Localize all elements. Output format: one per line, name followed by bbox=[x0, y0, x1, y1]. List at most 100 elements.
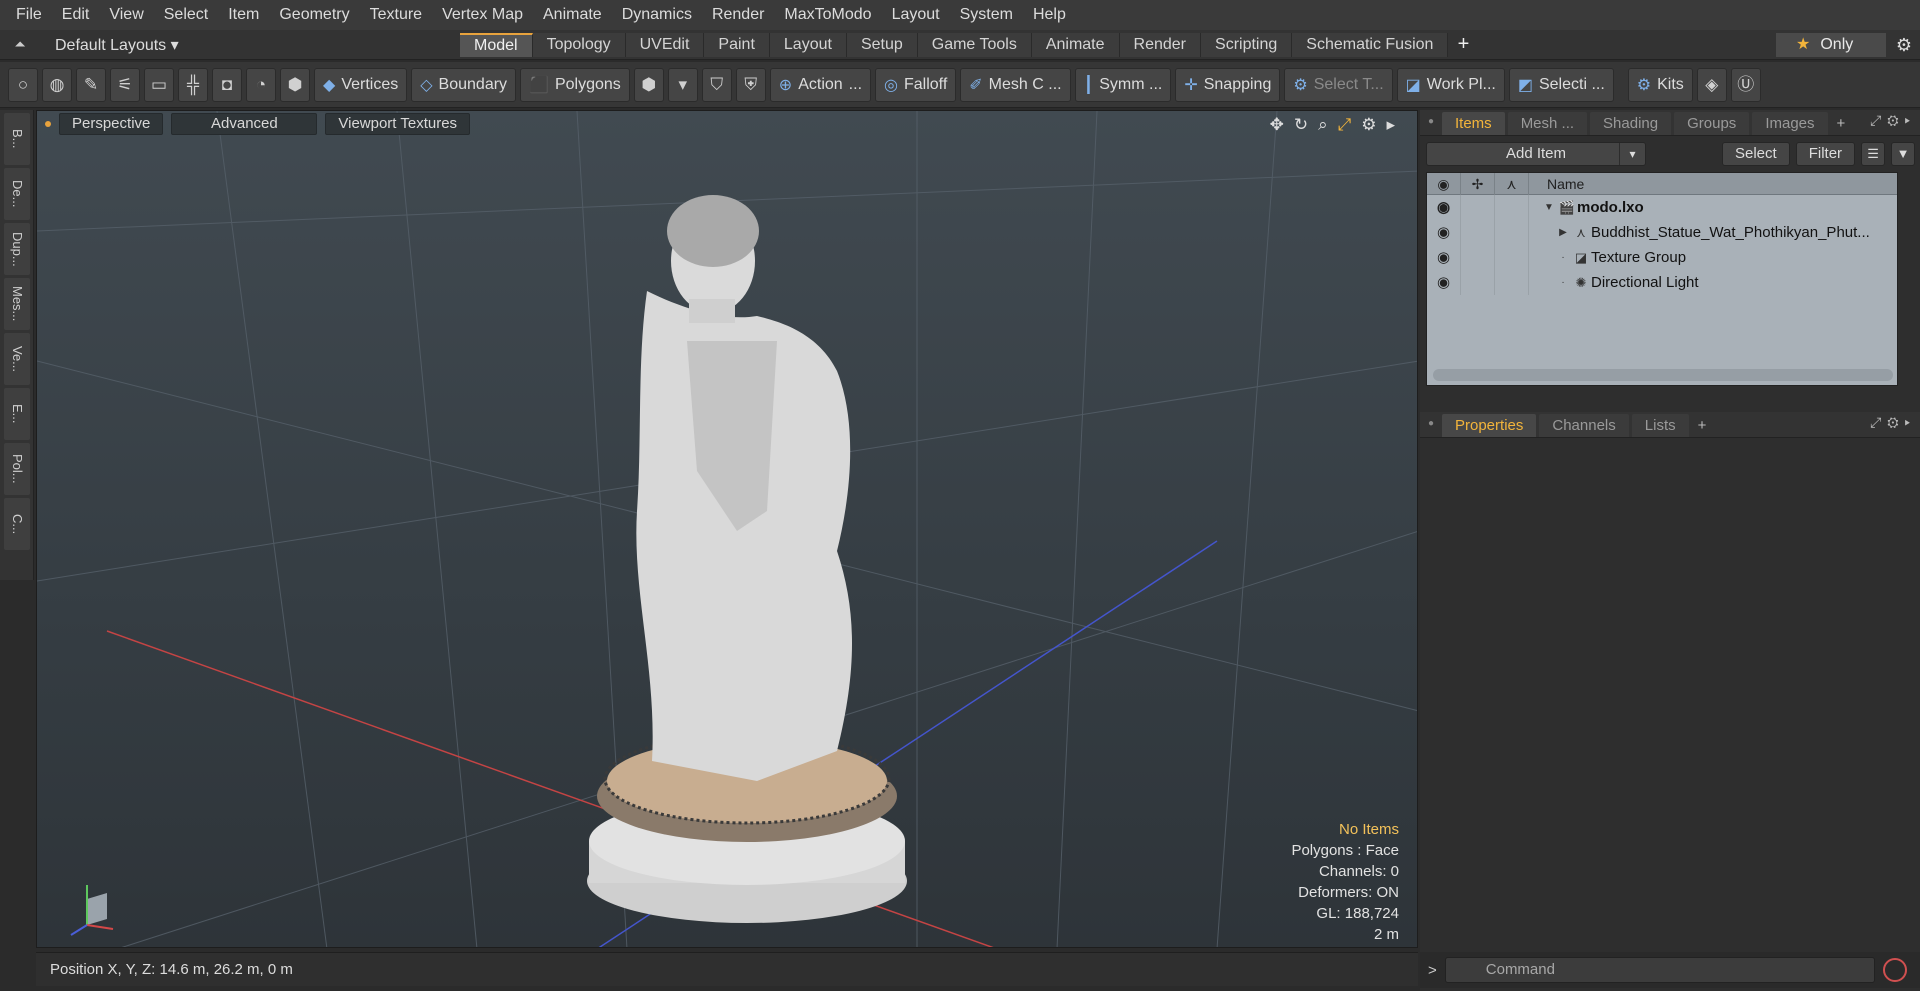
zoom-search-icon[interactable]: ⌕ bbox=[1318, 115, 1328, 135]
command-input[interactable]: Command bbox=[1444, 957, 1875, 983]
tab-channels[interactable]: Channels bbox=[1539, 414, 1629, 437]
tab-setup[interactable]: Setup bbox=[846, 32, 918, 57]
menu-texture[interactable]: Texture bbox=[360, 0, 432, 30]
brush-icon[interactable]: ⚟ bbox=[110, 67, 140, 102]
grid-transform-icon[interactable]: ╬ bbox=[178, 67, 208, 102]
sidebar-tab-mesh-edit[interactable]: Mes... bbox=[4, 278, 30, 330]
menu-file[interactable]: File bbox=[6, 0, 52, 30]
chevron-down-icon[interactable]: ▾ bbox=[667, 67, 698, 102]
gear-icon[interactable]: ⚙ bbox=[1892, 33, 1916, 57]
material-cube-icon[interactable]: ⬢ bbox=[633, 67, 664, 102]
maximize-icon[interactable]: ⤢ bbox=[1338, 115, 1352, 135]
tab-properties[interactable]: Properties bbox=[1442, 414, 1537, 437]
duplicate-icon[interactable]: ▭ bbox=[144, 67, 174, 102]
tab-layout[interactable]: Layout bbox=[769, 32, 847, 57]
tab-shading[interactable]: Shading bbox=[1590, 112, 1672, 135]
polygons-button[interactable]: ⬛ Polygons bbox=[520, 67, 630, 102]
viewport-perspective-button[interactable]: Perspective bbox=[59, 113, 164, 135]
expand-arrow-icon[interactable]: ▼ bbox=[1541, 202, 1557, 213]
tab-paint[interactable]: Paint bbox=[704, 32, 770, 57]
select-button[interactable]: Select bbox=[1722, 142, 1790, 166]
funnel-filter-icon[interactable]: ▼ bbox=[1891, 142, 1916, 166]
play-arrow-icon[interactable]: ▸ bbox=[1386, 115, 1395, 135]
tab-groups[interactable]: Groups bbox=[1674, 112, 1750, 135]
circle-select-icon[interactable]: ○ bbox=[8, 67, 38, 102]
menu-view[interactable]: View bbox=[99, 0, 153, 30]
item-row-mesh[interactable]: ◉ ▶ ⋏ Buddhist_Statue_Wat_Phothikyan_Phu… bbox=[1427, 220, 1897, 245]
tab-mesh-ops[interactable]: Mesh ... bbox=[1507, 112, 1588, 135]
workplane-button[interactable]: ◪ Work Pl... bbox=[1396, 67, 1505, 102]
rotate-icon[interactable]: ↻ bbox=[1294, 115, 1308, 135]
add-item-button[interactable]: Add Item ▾ bbox=[1426, 142, 1646, 166]
menu-animate[interactable]: Animate bbox=[533, 0, 612, 30]
kits-button[interactable]: ⚙ Kits bbox=[1627, 67, 1693, 102]
collapse-list-icon[interactable]: ☰ bbox=[1861, 142, 1886, 166]
items-horizontal-scrollbar[interactable] bbox=[1433, 369, 1893, 381]
filter-button[interactable]: Filter bbox=[1795, 142, 1856, 166]
snapping-button[interactable]: ✛ Snapping bbox=[1175, 67, 1281, 102]
panel-options-icons[interactable]: ⤢⚙▸ bbox=[1870, 112, 1916, 129]
item-mode-icon[interactable]: ⬢ bbox=[280, 67, 310, 102]
timer-icon[interactable]: ◔ bbox=[246, 67, 276, 102]
tab-images[interactable]: Images bbox=[1752, 112, 1828, 135]
menu-layout[interactable]: Layout bbox=[882, 0, 950, 30]
pan-move-icon[interactable]: ✥ bbox=[1270, 115, 1284, 135]
menu-edit[interactable]: Edit bbox=[52, 0, 100, 30]
tab-model[interactable]: Model bbox=[460, 32, 533, 57]
add-panel-tab-plus-icon[interactable]: + bbox=[1831, 112, 1852, 135]
layouts-dropdown[interactable]: Default Layouts ▾ bbox=[40, 35, 460, 55]
add-properties-tab-plus-icon[interactable]: + bbox=[1692, 414, 1713, 437]
chevron-down-icon[interactable]: ▾ bbox=[1619, 143, 1645, 165]
unreal-icon[interactable]: Ⓤ bbox=[1730, 67, 1761, 102]
sidebar-tab-duplicate[interactable]: Dup... bbox=[4, 223, 30, 275]
menu-select[interactable]: Select bbox=[154, 0, 218, 30]
visibility-eye-icon[interactable]: ◉ bbox=[1427, 172, 1461, 195]
symmetry-button[interactable]: ┃ Symm ... bbox=[1074, 67, 1172, 102]
shield-icon[interactable]: ⛉ bbox=[701, 67, 732, 102]
record-macro-icon[interactable] bbox=[1882, 958, 1907, 982]
menu-help[interactable]: Help bbox=[1023, 0, 1076, 30]
menu-system[interactable]: System bbox=[950, 0, 1023, 30]
buddha-statue-model[interactable] bbox=[587, 195, 907, 923]
tab-uvedit[interactable]: UVEdit bbox=[625, 32, 705, 57]
menu-item[interactable]: Item bbox=[218, 0, 269, 30]
menu-maxtomodo[interactable]: MaxToModo bbox=[774, 0, 881, 30]
shield-check-icon[interactable]: ⛨ bbox=[735, 67, 766, 102]
viewport-gear-icon[interactable]: ⚙ bbox=[1361, 115, 1376, 135]
properties-menu-dot-icon[interactable]: ● bbox=[1420, 411, 1442, 437]
sidebar-tab-polygon[interactable]: Pol... bbox=[4, 443, 30, 495]
item-row-texture-group[interactable]: ◉ · ◪ Texture Group bbox=[1427, 245, 1897, 270]
tab-topology[interactable]: Topology bbox=[532, 32, 626, 57]
unity-icon[interactable]: ◈ bbox=[1696, 67, 1727, 102]
sidebar-tab-basic[interactable]: B... bbox=[4, 113, 30, 165]
globe-icon[interactable]: ◍ bbox=[42, 67, 72, 102]
only-button[interactable]: ★ Only bbox=[1776, 33, 1886, 57]
visibility-eye-icon[interactable]: ◉ bbox=[1427, 245, 1461, 270]
sidebar-tab-deform[interactable]: De... bbox=[4, 168, 30, 220]
visibility-eye-icon[interactable]: ◉ bbox=[1427, 220, 1461, 245]
action-button[interactable]: ⊕ Action... bbox=[769, 67, 872, 102]
tab-animate[interactable]: Animate bbox=[1031, 32, 1120, 57]
sidebar-tab-edge[interactable]: E... bbox=[4, 388, 30, 440]
viewport-menu-dot-icon[interactable] bbox=[45, 121, 51, 127]
pen-tool-icon[interactable]: ✎ bbox=[76, 67, 106, 102]
select-through-button[interactable]: ⚙ Select T... bbox=[1284, 67, 1393, 102]
visibility-eye-icon[interactable]: ◉ bbox=[1427, 195, 1461, 220]
item-row-directional-light[interactable]: ◉ · ✺ Directional Light bbox=[1427, 270, 1897, 295]
collapse-up-icon[interactable]: ⏶ bbox=[0, 36, 40, 53]
lock-column-icon[interactable]: ✢ bbox=[1461, 172, 1495, 195]
selection-sets-button[interactable]: ◩ Selecti ... bbox=[1508, 67, 1614, 102]
tab-schematic-fusion[interactable]: Schematic Fusion bbox=[1292, 32, 1449, 57]
vertices-button[interactable]: ◆ Vertices bbox=[314, 67, 408, 102]
sidebar-tab-curve[interactable]: C... bbox=[4, 498, 30, 550]
frame-icon[interactable]: ◘ bbox=[212, 67, 242, 102]
tab-lists[interactable]: Lists bbox=[1631, 414, 1689, 437]
tab-game-tools[interactable]: Game Tools bbox=[917, 32, 1032, 57]
menu-dynamics[interactable]: Dynamics bbox=[612, 0, 702, 30]
tab-items[interactable]: Items bbox=[1442, 112, 1505, 135]
add-tab-plus-icon[interactable]: + bbox=[1448, 33, 1478, 56]
sidebar-tab-vertex[interactable]: Ve... bbox=[4, 333, 30, 385]
menu-vertex-map[interactable]: Vertex Map bbox=[432, 0, 533, 30]
viewport-textures-button[interactable]: Viewport Textures bbox=[325, 113, 471, 135]
properties-options-icons[interactable]: ⤢⚙▸ bbox=[1870, 414, 1916, 431]
